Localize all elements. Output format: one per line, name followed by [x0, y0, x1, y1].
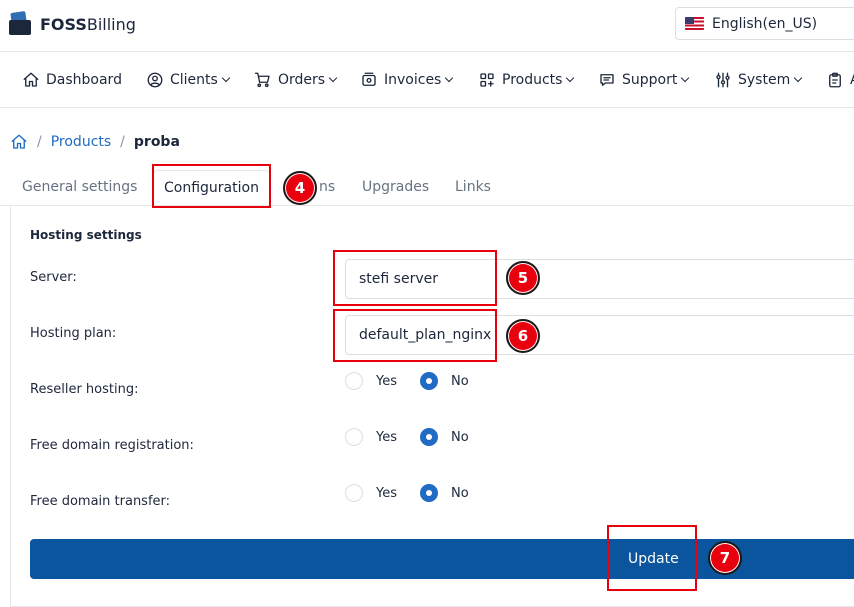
- nav-dashboard-label: Dashboard: [46, 71, 122, 88]
- free-reg-no-radio[interactable]: [420, 428, 438, 446]
- free-transfer-no-radio[interactable]: [420, 484, 438, 502]
- nav-invoices-label: Invoices: [384, 71, 442, 88]
- main-nav: Dashboard Clients Orders Invoices Produc…: [0, 52, 854, 108]
- reseller-hosting-label: Reseller hosting:: [30, 382, 139, 397]
- free-reg-yes-radio[interactable]: [345, 428, 363, 446]
- chat-icon: [600, 73, 614, 86]
- no-label: No: [451, 485, 469, 501]
- reseller-no-radio[interactable]: [420, 372, 438, 390]
- nav-orders-label: Orders: [278, 71, 326, 88]
- nav-orders[interactable]: Orders: [254, 52, 338, 107]
- breadcrumb-separator: /: [120, 134, 125, 150]
- step-5-marker: 5: [506, 261, 540, 295]
- cart-icon: [254, 72, 270, 87]
- nav-system-label: System: [738, 71, 791, 88]
- nav-support-label: Support: [622, 71, 678, 88]
- highlight-server-field: [333, 250, 497, 306]
- product-tabs: General settings Configuration ns Upgrad…: [0, 170, 854, 207]
- language-label: English(en_US): [712, 15, 818, 32]
- no-label: No: [451, 373, 469, 389]
- reseller-hosting-radios: Yes No: [345, 370, 492, 392]
- home-icon[interactable]: [10, 133, 28, 151]
- nav-products[interactable]: Products: [478, 52, 575, 107]
- server-label: Server:: [30, 270, 77, 285]
- free-domain-registration-label: Free domain registration:: [30, 438, 194, 453]
- breadcrumb-products-link[interactable]: Products: [51, 134, 111, 150]
- highlight-configuration-tab: [152, 164, 271, 208]
- chevron-down-icon: [793, 73, 803, 82]
- chevron-down-icon: [221, 73, 231, 82]
- hosting-plan-label: Hosting plan:: [30, 326, 117, 341]
- nav-clients[interactable]: Clients: [146, 52, 231, 107]
- tab-links[interactable]: Links: [455, 170, 491, 204]
- wallet-logo-icon: [9, 11, 31, 36]
- yes-label: Yes: [376, 429, 397, 445]
- chevron-down-icon: [566, 73, 575, 82]
- nav-clients-label: Clients: [170, 71, 218, 88]
- no-label: No: [451, 429, 469, 445]
- grid-icon: [480, 72, 494, 87]
- highlight-update-button: [607, 525, 697, 591]
- nav-invoices[interactable]: Invoices: [360, 52, 454, 107]
- tab-addons-partial[interactable]: ns: [319, 170, 335, 204]
- breadcrumb-current: proba: [133, 134, 180, 150]
- yes-label: Yes: [376, 373, 397, 389]
- free-domain-registration-radios: Yes No: [345, 426, 492, 448]
- sliders-icon: [716, 72, 730, 87]
- step-4-marker: 4: [283, 171, 317, 205]
- top-bar: FOSSBilling English(en_US): [0, 0, 854, 52]
- nav-products-label: Products: [502, 71, 563, 88]
- invoice-icon: [362, 72, 376, 86]
- yes-label: Yes: [376, 485, 397, 501]
- us-flag-icon: [685, 17, 704, 30]
- language-select[interactable]: English(en_US): [675, 7, 854, 40]
- nav-more-label: A: [850, 72, 854, 88]
- nav-system[interactable]: System: [714, 52, 803, 107]
- app-name: FOSSBilling: [40, 14, 136, 34]
- step-7-marker: 7: [708, 541, 742, 575]
- user-circle-icon: [147, 72, 163, 87]
- highlight-hosting-plan-field: [333, 309, 497, 362]
- free-domain-transfer-radios: Yes No: [345, 482, 492, 504]
- section-title: Hosting settings: [30, 228, 142, 242]
- step-6-marker: 6: [506, 319, 540, 353]
- chevron-down-icon: [328, 73, 338, 82]
- clipboard-icon: [829, 72, 841, 87]
- home-icon: [23, 72, 39, 87]
- reseller-yes-radio[interactable]: [345, 372, 363, 390]
- nav-dashboard[interactable]: Dashboard: [22, 52, 122, 107]
- chevron-down-icon: [445, 73, 454, 82]
- chevron-down-icon: [681, 73, 690, 82]
- tab-upgrades[interactable]: Upgrades: [362, 170, 429, 204]
- free-domain-transfer-label: Free domain transfer:: [30, 494, 171, 509]
- breadcrumb-separator: /: [37, 134, 42, 150]
- nav-more[interactable]: A: [826, 52, 854, 107]
- tab-general-settings[interactable]: General settings: [22, 170, 137, 204]
- breadcrumb: / Products / proba: [10, 131, 180, 153]
- app-logo[interactable]: FOSSBilling: [9, 11, 136, 36]
- nav-support[interactable]: Support: [598, 52, 690, 107]
- free-transfer-yes-radio[interactable]: [345, 484, 363, 502]
